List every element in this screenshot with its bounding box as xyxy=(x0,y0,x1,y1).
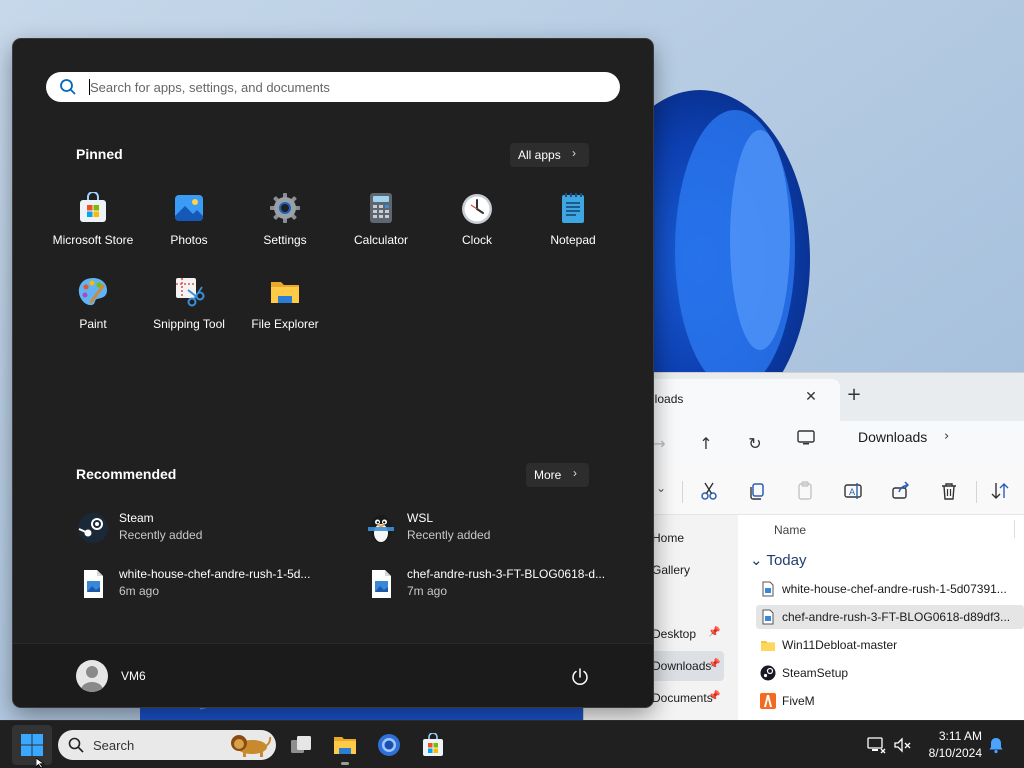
notification-bell-icon[interactable] xyxy=(986,735,1006,755)
paste-icon[interactable] xyxy=(793,479,817,503)
file-row[interactable]: Win11Debloat-master xyxy=(756,633,1024,657)
file-row[interactable]: FiveM xyxy=(756,689,1024,713)
penguin-icon xyxy=(368,515,394,543)
toolbar-separator xyxy=(976,481,977,503)
new-dropdown-chevron-icon[interactable]: ⌄ xyxy=(656,481,666,495)
photos-icon xyxy=(175,195,203,221)
pin-icon[interactable]: 📌 xyxy=(708,691,720,702)
pin-icon[interactable]: 📌 xyxy=(708,627,720,638)
folder-icon xyxy=(271,282,299,303)
volume-muted-icon[interactable] xyxy=(892,735,912,755)
windows-logo-icon xyxy=(21,734,43,756)
start-search-input[interactable]: Search for apps, settings, and documents xyxy=(46,72,620,102)
share-icon[interactable] xyxy=(889,479,913,503)
start-menu: Search for apps, settings, and documents… xyxy=(13,39,653,707)
up-arrow-icon[interactable]: ↑ xyxy=(695,433,717,455)
folder-icon xyxy=(761,641,775,651)
taskbar-microsoft-store[interactable] xyxy=(413,725,453,765)
refresh-icon[interactable]: ↻ xyxy=(744,433,766,455)
file-row[interactable]: chef-andre-rush-3-FT-BLOG0618-d89df3... xyxy=(756,605,1024,629)
mouse-cursor-icon xyxy=(36,758,46,768)
image-file-icon xyxy=(762,581,774,597)
recommended-item-steam[interactable]: Steam Recently added xyxy=(75,508,345,548)
taskbar-search-box[interactable]: Search xyxy=(58,730,276,760)
search-placeholder: Search for apps, settings, and documents xyxy=(90,80,330,95)
browser-icon xyxy=(378,734,400,756)
steam-icon xyxy=(78,513,108,543)
pin-icon[interactable]: 📌 xyxy=(708,659,720,670)
pinned-section-title: Pinned xyxy=(76,146,123,162)
task-view-button[interactable] xyxy=(281,725,321,765)
pinned-app-clock[interactable]: Clock xyxy=(429,182,525,252)
user-silhouette-icon xyxy=(81,666,103,692)
breadcrumb-chevron-icon[interactable]: › xyxy=(944,429,949,444)
task-view-icon xyxy=(291,736,311,753)
recommended-item-image-2[interactable]: chef-andre-rush-3-FT-BLOG0618-d... 7m ag… xyxy=(363,564,633,604)
pinned-app-settings[interactable]: Settings xyxy=(237,182,333,252)
paint-palette-icon xyxy=(78,278,107,306)
folder-icon xyxy=(334,737,356,754)
settings-gear-icon xyxy=(270,193,300,223)
taskbar-file-explorer[interactable] xyxy=(325,725,365,765)
running-indicator xyxy=(341,762,349,765)
rename-icon[interactable]: A xyxy=(841,479,865,503)
file-row[interactable]: SteamSetup xyxy=(756,661,1024,685)
this-pc-icon[interactable] xyxy=(796,430,816,446)
copy-icon[interactable] xyxy=(745,479,769,503)
image-file-icon xyxy=(372,570,391,598)
taskbar-chromium[interactable] xyxy=(369,725,409,765)
close-tab-icon[interactable]: ✕ xyxy=(803,389,819,405)
all-apps-button[interactable]: All apps › xyxy=(510,143,589,167)
image-file-icon xyxy=(762,609,774,625)
microsoft-store-icon xyxy=(423,733,443,756)
new-tab-icon[interactable]: + xyxy=(846,386,862,404)
pinned-app-snipping-tool[interactable]: Snipping Tool xyxy=(141,266,237,336)
more-button[interactable]: More › xyxy=(526,463,589,487)
chevron-down-icon: ⌄ xyxy=(750,552,767,569)
svg-text:A: A xyxy=(849,488,856,498)
clock-icon xyxy=(462,194,492,224)
user-avatar[interactable] xyxy=(76,660,108,692)
group-header-today[interactable]: ⌄ Today xyxy=(750,551,807,569)
toolbar-separator xyxy=(682,481,683,503)
file-row[interactable]: white-house-chef-andre-rush-1-5d07391... xyxy=(756,577,1024,601)
power-icon[interactable] xyxy=(569,666,591,688)
calculator-icon xyxy=(370,193,392,223)
delete-icon[interactable] xyxy=(937,479,961,503)
pinned-app-notepad[interactable]: Notepad xyxy=(525,182,621,252)
steam-icon xyxy=(760,665,776,681)
column-header-name[interactable]: Name xyxy=(774,523,806,537)
chevron-right-icon: › xyxy=(573,466,577,480)
pinned-app-microsoft-store[interactable]: Microsoft Store xyxy=(45,182,141,252)
recommended-item-image-1[interactable]: white-house-chef-andre-rush-1-5d... 6m a… xyxy=(75,564,345,604)
taskbar-date[interactable]: 8/10/2024 xyxy=(920,746,982,760)
pinned-app-photos[interactable]: Photos xyxy=(141,182,237,252)
microsoft-store-icon xyxy=(80,192,106,222)
search-icon xyxy=(60,79,76,95)
search-icon xyxy=(68,737,84,753)
network-icon[interactable] xyxy=(866,735,886,755)
pinned-app-paint[interactable]: Paint xyxy=(45,266,141,336)
taskbar: Search 3:11 AM 8/10/2024 xyxy=(0,720,1024,768)
image-file-icon xyxy=(84,570,103,598)
snipping-tool-icon xyxy=(176,278,205,307)
recommended-section-title: Recommended xyxy=(76,466,177,482)
user-name[interactable]: VM6 xyxy=(121,669,146,683)
chevron-right-icon: › xyxy=(572,146,576,160)
pinned-app-file-explorer[interactable]: File Explorer xyxy=(237,266,333,336)
column-separator[interactable] xyxy=(1014,520,1015,538)
pinned-app-calculator[interactable]: Calculator xyxy=(333,182,429,252)
start-button[interactable] xyxy=(12,725,52,765)
fivem-icon xyxy=(760,693,776,709)
breadcrumb-downloads[interactable]: Downloads xyxy=(858,429,927,445)
sort-icon[interactable] xyxy=(988,479,1012,503)
recommended-item-wsl[interactable]: WSL Recently added xyxy=(363,508,633,548)
search-highlight-lion-icon xyxy=(231,735,272,757)
cut-icon[interactable] xyxy=(697,479,721,503)
taskbar-time[interactable]: 3:11 AM xyxy=(930,729,982,743)
explorer-file-list: Name ⌄ Today white-house-chef-andre-rush… xyxy=(738,515,1024,720)
start-menu-footer: VM6 xyxy=(13,643,653,707)
notepad-icon xyxy=(562,193,584,223)
